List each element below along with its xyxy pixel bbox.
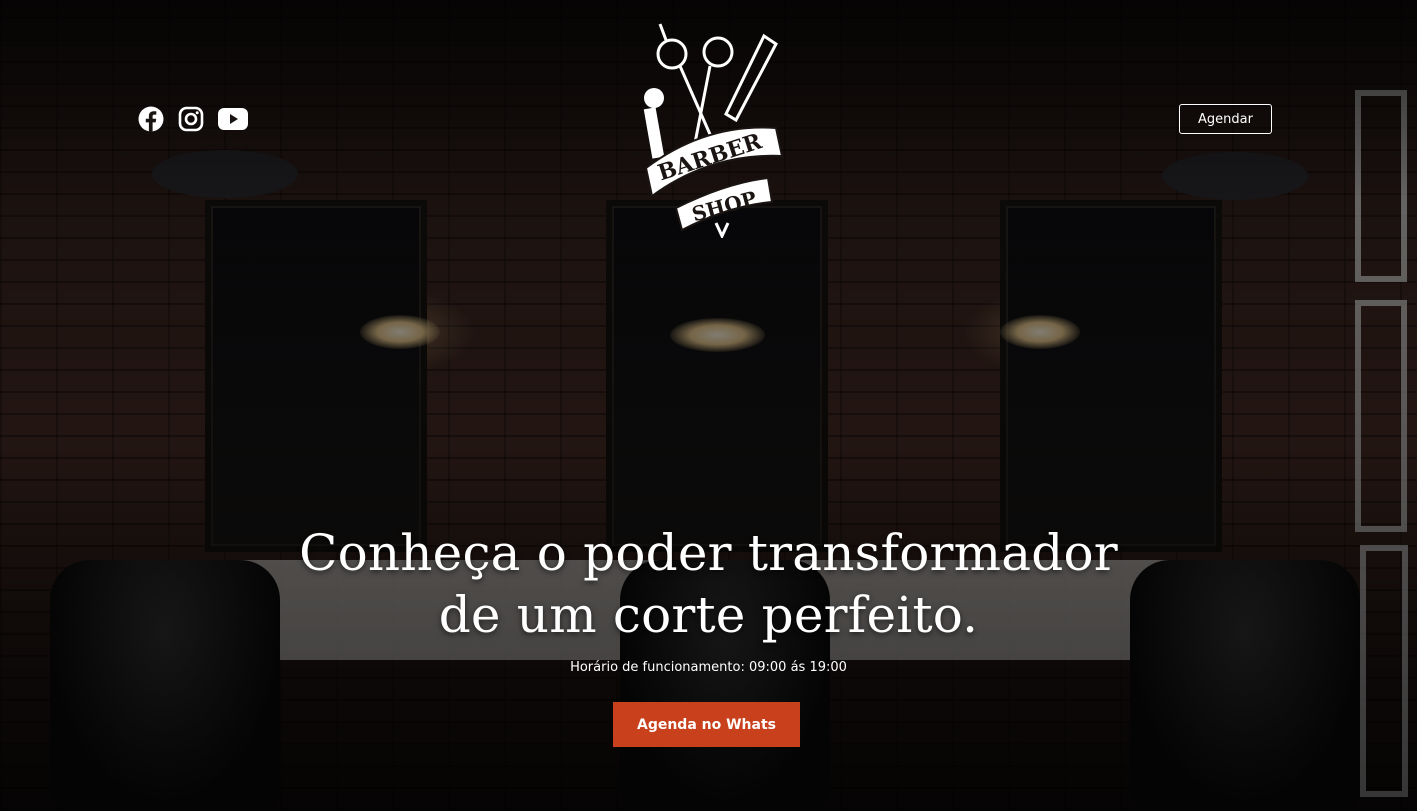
- scissors-ring-right: [702, 36, 734, 68]
- instagram-icon[interactable]: [178, 106, 204, 132]
- whatsapp-schedule-button[interactable]: Agenda no Whats: [613, 702, 800, 747]
- barber-shop-logo: BARBER SHOP: [643, 23, 784, 238]
- hero-headline: Conheça o poder transformador de um cort…: [0, 522, 1417, 646]
- youtube-icon[interactable]: [218, 108, 248, 130]
- schedule-button[interactable]: Agendar: [1179, 104, 1272, 134]
- hero-headline-line-1: Conheça o poder transformador: [299, 524, 1118, 582]
- scissors-ring-left: [656, 38, 688, 70]
- facebook-icon[interactable]: [138, 106, 164, 132]
- opening-hours: Horário de funcionamento: 09:00 ás 19:00: [570, 660, 847, 675]
- social-links: [138, 106, 248, 132]
- hero-headline-line-2: de um corte perfeito.: [438, 586, 979, 644]
